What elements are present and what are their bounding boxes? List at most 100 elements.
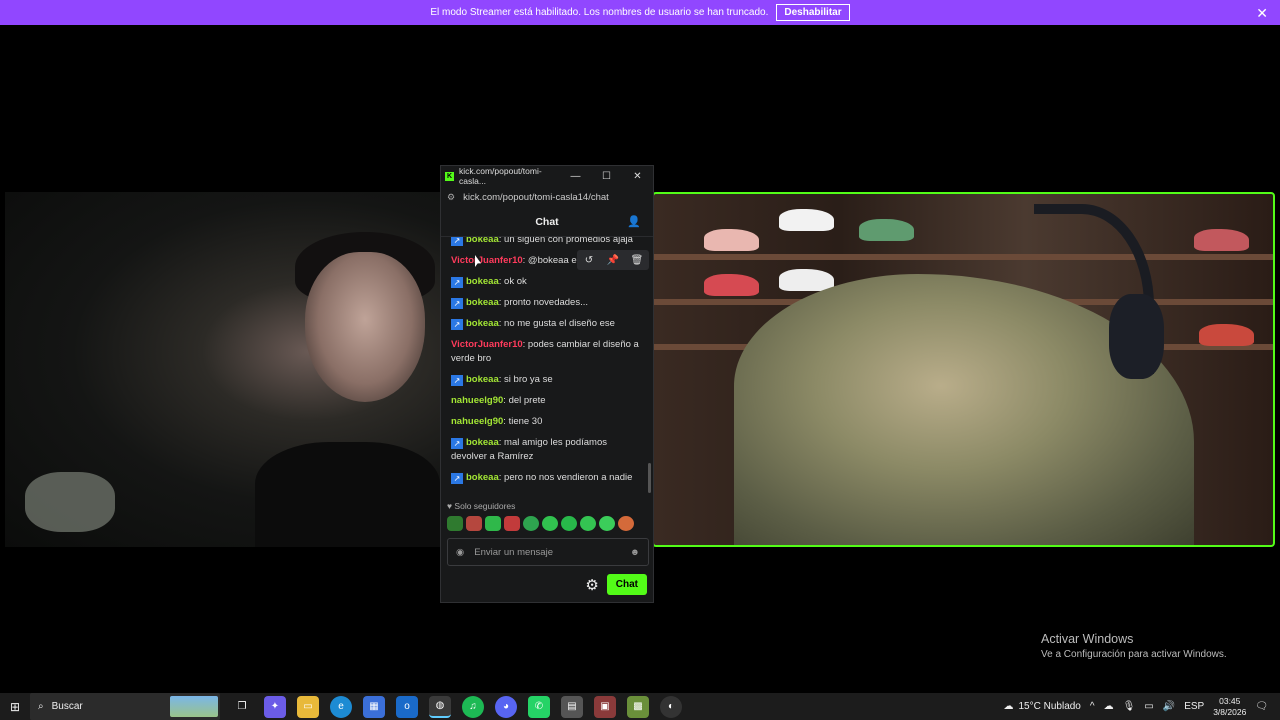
emote-picker-icon[interactable]: ◉ (456, 547, 464, 558)
minimize-icon[interactable]: — (560, 171, 591, 182)
taskbar: ⊞ ⌕ Buscar ❐ ✦ ▭ e ▦ o ◍ ♫ ◕ ✆ ▤ ▣ ▩ ◐ ☁… (0, 693, 1280, 720)
chat-username[interactable]: bokeaa (466, 374, 499, 385)
whatsapp-icon[interactable]: ✆ (528, 695, 550, 718)
cloud-icon: ☁ (1003, 701, 1014, 712)
taskbar-search[interactable]: ⌕ Buscar (30, 693, 220, 720)
address-bar[interactable]: ⚙ kick.com/popout/tomi-casla14/chat (441, 186, 653, 208)
chat-footer: ⚙ Chat (585, 574, 647, 595)
chat-message-text: @bokeaa e (527, 255, 577, 266)
clock[interactable]: 03:45 3/8/2026 (1213, 696, 1246, 718)
emote[interactable] (580, 516, 596, 531)
banner-text: El modo Streamer está habilitado. Los no… (430, 7, 769, 18)
emote[interactable] (599, 516, 615, 531)
message-input[interactable]: ◉ Enviar un mensaje ☻ (447, 538, 649, 566)
kick-logo-icon: K (445, 171, 454, 181)
delete-icon[interactable]: 🗑 (625, 250, 649, 270)
followers-only-notice: ♥ Solo seguidores (447, 501, 516, 511)
spotify-icon[interactable]: ♫ (462, 695, 484, 718)
chat-username[interactable]: bokeaa (466, 472, 499, 483)
chat-message: ↗ bokeaa: pronto novedades... (451, 296, 643, 310)
emote[interactable] (504, 516, 520, 531)
task-view-icon[interactable]: ❐ (231, 696, 253, 718)
chat-username[interactable]: bokeaa (466, 297, 499, 308)
close-icon[interactable]: ✕ (622, 171, 653, 182)
vip-badge-icon: ↗ (451, 473, 463, 484)
message-placeholder: Enviar un mensaje (474, 546, 553, 558)
chat-title: Chat (535, 216, 559, 228)
chat-username[interactable]: nahueelg90 (451, 395, 503, 406)
store-icon[interactable]: ▦ (363, 695, 385, 718)
app-icon[interactable]: ▤ (561, 695, 583, 718)
emote[interactable] (523, 516, 539, 531)
scrollbar[interactable] (648, 463, 651, 493)
timeout-icon[interactable]: ↺ (577, 250, 601, 270)
heart-icon: ♥ (447, 501, 453, 511)
obs-icon[interactable]: ◐ (660, 695, 682, 718)
chat-message: ↗ bokeaa: pero no nos vendieron a nadie (451, 471, 643, 485)
chat-message: ↗ bokeaa: un siguen con promedios ajaja (451, 237, 643, 247)
file-explorer-icon[interactable]: ▭ (297, 695, 319, 718)
gear-icon[interactable]: ⚙ (585, 576, 598, 594)
send-chat-button[interactable]: Chat (606, 574, 647, 595)
message-mod-tools: ↺ 📌 🗑 (577, 250, 649, 270)
emote[interactable] (542, 516, 558, 531)
vip-badge-icon: ↗ (451, 277, 463, 288)
maximize-icon[interactable]: ☐ (591, 171, 622, 182)
chat-username[interactable]: VictorJuanfer10 (451, 339, 523, 350)
volume-icon[interactable]: 🔊 (1163, 701, 1175, 712)
game-icon[interactable]: ▣ (594, 695, 616, 718)
system-tray: ☁ 15°C Nublado ^ ☁ 🎙 ▭ 🔊 ESP 03:45 3/8/2… (1004, 693, 1280, 720)
vip-badge-icon: ↗ (451, 438, 463, 449)
search-icon: ⌕ (38, 701, 44, 712)
window-title: kick.com/popout/tomi-casla... (459, 166, 542, 186)
emote[interactable] (466, 516, 482, 531)
chat-message: nahueelg90: tiene 30 (451, 416, 543, 427)
window-titlebar: K kick.com/popout/tomi-casla... — ☐ ✕ (441, 166, 653, 186)
chat-username[interactable]: bokeaa (466, 276, 499, 287)
cloud-sync-icon[interactable]: ☁ (1104, 701, 1114, 712)
chat-username[interactable]: bokeaa (466, 318, 499, 329)
search-label: Buscar (51, 701, 83, 712)
chat-message-text: tiene 30 (508, 416, 543, 427)
site-settings-icon[interactable]: ⚙ (447, 192, 455, 203)
chat-message-text: pronto novedades... (504, 297, 589, 308)
chat-message: ↗ bokeaa: ok ok (451, 275, 643, 289)
chat-message-text: si bro ya se (504, 374, 553, 385)
edge-icon[interactable]: e (330, 695, 352, 718)
chat-message-text: un siguen con promedios ajaja (504, 237, 633, 245)
chat-username[interactable]: nahueelg90 (451, 416, 503, 427)
emoji-icon[interactable]: ☻ (630, 547, 640, 558)
chat-message-text: del prete (508, 395, 546, 406)
minecraft-icon[interactable]: ▩ (627, 695, 649, 718)
discord-icon[interactable]: ◕ (495, 695, 517, 718)
chevron-up-icon[interactable]: ^ (1090, 701, 1095, 712)
weather-widget[interactable]: ☁ 15°C Nublado (1004, 701, 1081, 712)
chrome-icon[interactable]: ◍ (429, 695, 451, 718)
close-icon[interactable]: ✕ (1256, 5, 1268, 22)
emote[interactable] (618, 516, 634, 531)
vip-badge-icon: ↗ (451, 237, 463, 246)
language-indicator[interactable]: ESP (1184, 701, 1204, 712)
copilot-icon[interactable]: ✦ (264, 695, 286, 718)
emote[interactable] (447, 516, 463, 531)
chat-username[interactable]: VictorJuanfer10 (451, 255, 523, 266)
network-icon[interactable]: ▭ (1144, 701, 1153, 712)
outlook-icon[interactable]: o (396, 695, 418, 718)
chat-popout-window: K kick.com/popout/tomi-casla... — ☐ ✕ ⚙ … (440, 165, 654, 603)
chat-username[interactable]: bokeaa (466, 437, 499, 448)
notifications-icon[interactable]: 🗨 (1255, 701, 1268, 712)
mic-icon[interactable]: 🎙 (1123, 701, 1136, 712)
disable-streamer-mode-button[interactable]: Deshabilitar (776, 4, 850, 21)
pin-icon[interactable]: 📌 (601, 250, 625, 270)
chat-messages: ↗ bokeaa: un siguen con promedios ajaja Vi… (441, 237, 653, 492)
search-highlight-image (170, 696, 218, 717)
streamer-mode-banner: El modo Streamer está habilitado. Los no… (0, 0, 1280, 25)
chat-username[interactable]: bokeaa (466, 237, 499, 245)
users-icon[interactable]: 👤 (627, 215, 641, 228)
emote-bar (447, 516, 634, 531)
vip-badge-icon: ↗ (451, 298, 463, 309)
emote[interactable] (561, 516, 577, 531)
emote[interactable] (485, 516, 501, 531)
windows-start-icon[interactable]: ⊞ (0, 700, 30, 714)
chat-message: nahueelg90: del prete (451, 395, 546, 406)
